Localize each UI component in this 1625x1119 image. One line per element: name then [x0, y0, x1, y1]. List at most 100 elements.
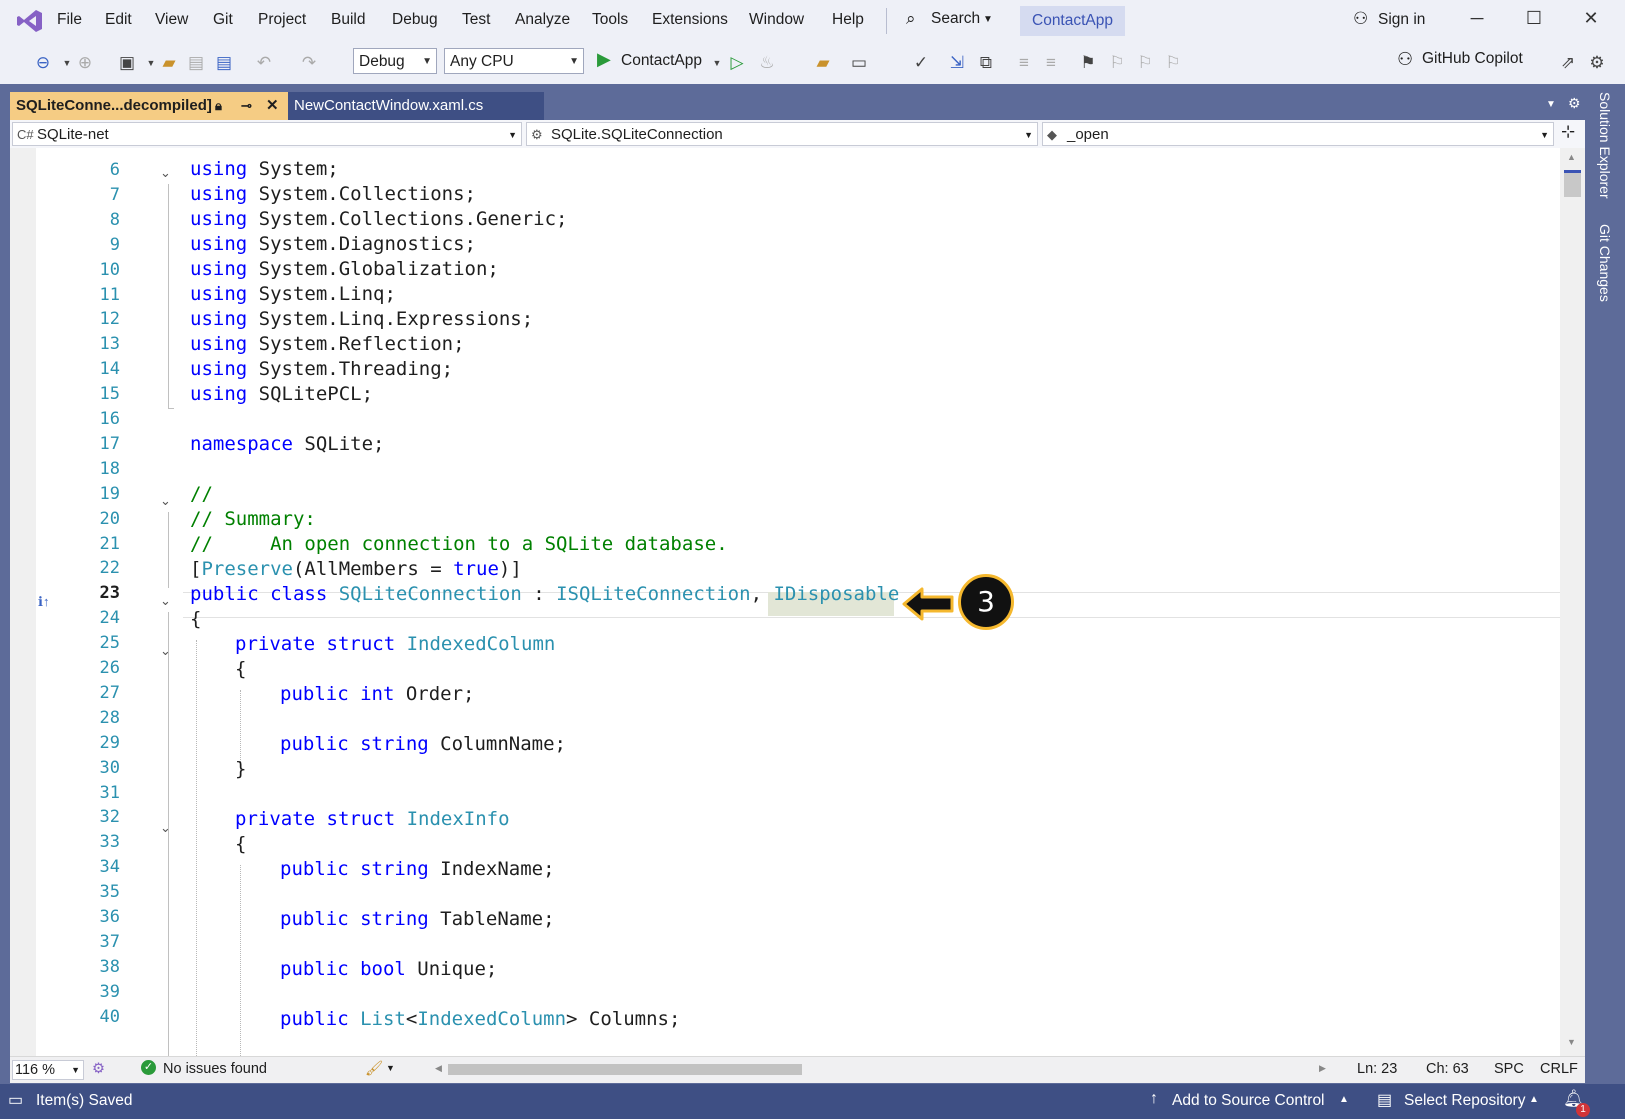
- run-dropdown-icon[interactable]: ▼: [706, 52, 728, 74]
- menu-help[interactable]: Help: [832, 11, 864, 29]
- start-without-debugging-icon[interactable]: ▷: [726, 52, 748, 74]
- line-number: 9: [109, 234, 120, 255]
- layout-icon[interactable]: ▭: [848, 52, 870, 74]
- github-copilot-button[interactable]: GitHub Copilot: [1422, 50, 1523, 68]
- split-window-icon[interactable]: ⊹: [1561, 122, 1575, 142]
- collapse-icon[interactable]: ⌄: [160, 493, 171, 509]
- vertical-scrollbar[interactable]: ▲ ▼: [1560, 148, 1585, 1056]
- new-project-icon[interactable]: ▣: [116, 52, 138, 74]
- intellicode-icon[interactable]: ⚙: [92, 1061, 105, 1077]
- scroll-down-icon[interactable]: ▼: [1567, 1037, 1576, 1047]
- git-changes-tab[interactable]: Git Changes: [1597, 224, 1613, 302]
- horizontal-scroll-thumb[interactable]: [448, 1064, 802, 1075]
- chevron-down-icon[interactable]: ▼: [386, 1063, 395, 1073]
- share-icon[interactable]: ⇗: [1557, 52, 1579, 74]
- pin-icon[interactable]: ⊸: [241, 92, 252, 120]
- zoom-value: 116 %: [15, 1062, 56, 1078]
- platform-dropdown[interactable]: Any CPU ▼: [444, 48, 584, 74]
- start-debug-icon[interactable]: ▶: [597, 49, 611, 70]
- menu-build[interactable]: Build: [331, 11, 365, 29]
- scroll-thumb[interactable]: [1564, 170, 1581, 197]
- select-repository-button[interactable]: Select Repository: [1404, 1092, 1525, 1110]
- chevron-down-icon: ▼: [1024, 130, 1033, 140]
- step-icon[interactable]: ⇲: [946, 52, 968, 74]
- visual-studio-logo-icon[interactable]: [16, 8, 44, 34]
- line-number: 30: [99, 757, 120, 778]
- save-all-icon[interactable]: ▤: [213, 52, 235, 74]
- sign-in-button[interactable]: Sign in: [1378, 11, 1425, 29]
- configuration-dropdown[interactable]: Debug ▼: [353, 48, 437, 74]
- close-tab-icon[interactable]: ✕: [266, 92, 279, 120]
- menu-project[interactable]: Project: [258, 11, 306, 29]
- line-indicator[interactable]: Ln: 23: [1357, 1061, 1397, 1077]
- chevron-down-icon: ▼: [71, 1065, 80, 1075]
- collapse-icon[interactable]: ⌄: [160, 593, 171, 609]
- issues-status[interactable]: No issues found: [163, 1061, 267, 1077]
- tab-sqliteconnection[interactable]: SQLiteConne...decompiled] 🔒︎ ⊸ ✕: [10, 92, 288, 120]
- indent-icon[interactable]: ≡: [1013, 52, 1035, 74]
- scroll-right-icon[interactable]: ▶: [1319, 1063, 1326, 1074]
- open-folder-icon[interactable]: ▰: [158, 52, 180, 74]
- menu-divider: [886, 8, 887, 34]
- clear-bookmarks-icon[interactable]: ⚐: [1162, 52, 1184, 74]
- save-icon[interactable]: ▤: [185, 52, 207, 74]
- prev-bookmark-icon[interactable]: ⚐: [1106, 52, 1128, 74]
- menu-view[interactable]: View: [155, 11, 188, 29]
- column-indicator[interactable]: Ch: 63: [1426, 1061, 1469, 1077]
- collapse-icon[interactable]: ⌄: [160, 820, 171, 836]
- project-dropdown[interactable]: C# SQLite-net ▼: [12, 122, 522, 146]
- code-line: using System.Diagnostics;: [190, 233, 476, 255]
- menu-debug[interactable]: Debug: [392, 11, 438, 29]
- menu-edit[interactable]: Edit: [105, 11, 132, 29]
- line-ending-indicator[interactable]: CRLF: [1540, 1061, 1578, 1077]
- line-number: 14: [99, 359, 120, 380]
- line-number: 32: [99, 807, 120, 828]
- chevron-up-icon[interactable]: ▲: [1529, 1094, 1539, 1105]
- menu-extensions[interactable]: Extensions: [652, 11, 728, 29]
- maximize-icon[interactable]: ☐: [1519, 8, 1549, 34]
- cleanup-brush-icon[interactable]: 🖌︎: [365, 1060, 383, 1077]
- back-icon[interactable]: ⊖: [32, 52, 54, 74]
- type-dropdown[interactable]: ⚙ SQLite.SQLiteConnection ▼: [526, 122, 1038, 146]
- settings-gear-icon[interactable]: ⚙: [1568, 95, 1581, 112]
- solution-folder-icon[interactable]: ▰: [812, 52, 834, 74]
- feedback-icon[interactable]: ⚙: [1586, 52, 1608, 74]
- line-number: 34: [99, 857, 120, 878]
- undo-icon[interactable]: ↶: [253, 52, 275, 74]
- bookmark-icon[interactable]: ⚑: [1077, 52, 1099, 74]
- add-to-source-control-button[interactable]: Add to Source Control: [1172, 1092, 1325, 1110]
- callout-arrow-icon: [902, 587, 954, 621]
- line-number: 13: [99, 334, 120, 355]
- collapse-icon[interactable]: ⌄: [160, 165, 171, 181]
- whitespace-indicator[interactable]: SPC: [1494, 1061, 1524, 1077]
- member-dropdown[interactable]: ◆ _open ▼: [1042, 122, 1554, 146]
- forward-icon[interactable]: ⊕: [74, 52, 96, 74]
- spell-check-icon[interactable]: ✓: [910, 52, 932, 74]
- search-button[interactable]: Search: [931, 10, 980, 28]
- close-icon[interactable]: ✕: [1576, 8, 1606, 34]
- start-target-button[interactable]: ContactApp: [621, 48, 702, 74]
- message-icon: ▭: [8, 1092, 24, 1109]
- scroll-up-icon[interactable]: ▲: [1567, 152, 1576, 162]
- menu-analyze[interactable]: Analyze: [515, 11, 570, 29]
- menu-git[interactable]: Git: [213, 11, 233, 29]
- menu-window[interactable]: Window: [749, 11, 804, 29]
- redo-icon[interactable]: ↷: [298, 52, 320, 74]
- zoom-dropdown[interactable]: 116 % ▼: [12, 1060, 84, 1080]
- hot-reload-icon[interactable]: ♨: [756, 52, 778, 74]
- attach-icon[interactable]: ⧉: [975, 52, 997, 74]
- tab-newcontactwindow[interactable]: NewContactWindow.xaml.cs: [288, 92, 544, 120]
- next-bookmark-icon[interactable]: ⚐: [1134, 52, 1156, 74]
- menu-file[interactable]: File: [57, 11, 82, 29]
- menu-test[interactable]: Test: [462, 11, 490, 29]
- minimize-icon[interactable]: ─: [1462, 8, 1492, 34]
- collapse-icon[interactable]: ⌄: [160, 643, 171, 659]
- line-number: 39: [99, 981, 120, 1002]
- tab-overflow-icon[interactable]: ▼: [1546, 99, 1556, 110]
- scroll-left-icon[interactable]: ◀: [435, 1063, 442, 1074]
- implementation-marker-icon[interactable]: ℹ↑: [38, 594, 49, 610]
- outdent-icon[interactable]: ≡: [1040, 52, 1062, 74]
- chevron-up-icon[interactable]: ▲: [1339, 1094, 1349, 1105]
- solution-explorer-tab[interactable]: Solution Explorer: [1597, 92, 1613, 199]
- menu-tools[interactable]: Tools: [592, 11, 628, 29]
